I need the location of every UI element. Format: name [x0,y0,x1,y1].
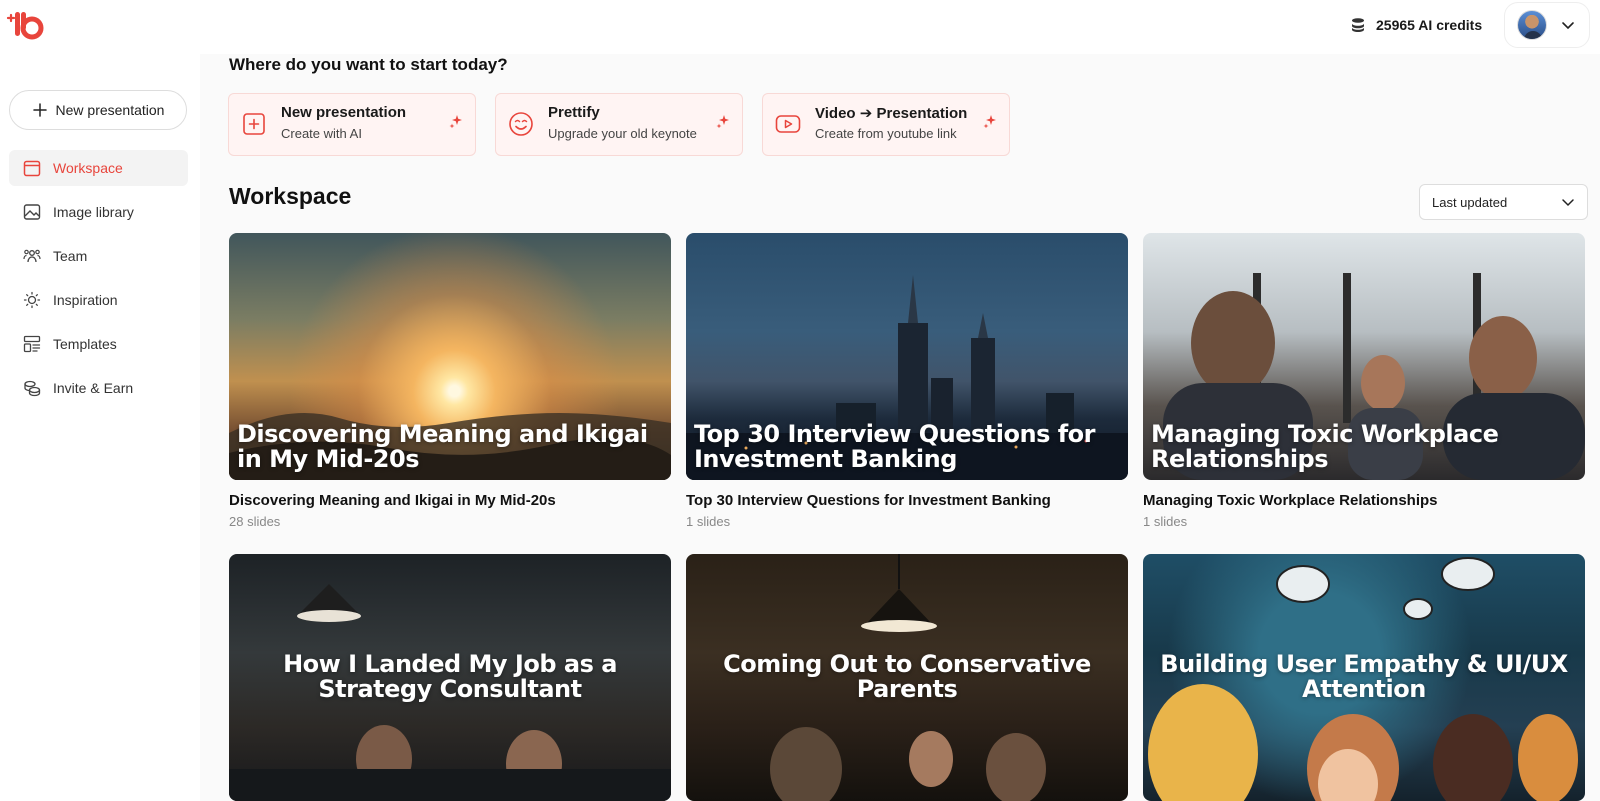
card-thumbnail-title: Building User Empathy & UI/UX Attention [1160,650,1568,703]
card-thumbnail[interactable]: Coming Out to Conservative Parents [686,554,1128,801]
quick-action-subtitle: Upgrade your old keynote [548,126,697,141]
card-thumbnail-title: Top 30 Interview Questions for Investmen… [694,420,1095,473]
database-icon [1352,18,1364,32]
card-slide-count: 28 slides [229,514,281,529]
sidebar-item-templates[interactable]: Templates [9,326,188,362]
card-thumbnail-title: How I Landed My Job as a Strategy Consul… [283,650,617,703]
sidebar-item-team[interactable]: Team [9,238,188,274]
sort-dropdown[interactable]: Last updated [1419,184,1588,220]
card-thumbnail-title: Managing Toxic Workplace Relationships [1151,420,1499,473]
new-presentation-label: New presentation [55,102,165,118]
presentation-card[interactable]: How I Landed My Job as a Strategy Consul… [229,554,671,801]
plus-icon [32,103,47,117]
sidebar-item-label: Team [53,248,88,264]
coins-icon [24,380,41,397]
card-title[interactable]: Discovering Meaning and Ikigai in My Mid… [229,492,671,509]
section-title: Workspace [229,183,352,209]
presentation-card[interactable]: Top 30 Interview Questions for Investmen… [686,233,1128,529]
card-title[interactable]: Managing Toxic Workplace Relationships [1143,492,1585,509]
presentation-card[interactable]: Coming Out to Conservative Parents [686,554,1128,801]
card-thumbnail[interactable]: Building User Empathy & UI/UX Attention [1143,554,1585,801]
chevron-down-icon [1562,199,1574,207]
sidebar-item-label: Invite & Earn [53,380,134,396]
top-bar: 25965 AI credits [0,0,1600,54]
sidebar-nav: Workspace Image library Team Inspiration… [9,150,188,414]
sparkle-icon [716,115,729,128]
main-content: Where do you want to start today? New pr… [200,54,1600,801]
quick-action-subtitle: Create with AI [281,126,362,141]
sidebar-item-label: Workspace [53,160,123,176]
sidebar-item-workspace[interactable]: Workspace [9,150,188,186]
greeting-heading: Where do you want to start today? [229,55,508,74]
card-thumbnail[interactable]: Top 30 Interview Questions for Investmen… [686,233,1128,480]
card-thumbnail[interactable]: How I Landed My Job as a Strategy Consul… [229,554,671,801]
sidebar: New presentation Workspace Image library [0,54,200,801]
quick-action-title: Prettify [548,104,600,121]
credits-label: 25965 AI credits [1376,17,1483,33]
card-slide-count: 1 slides [1143,514,1188,529]
card-thumbnail[interactable]: Discovering Meaning and Ikigai in My Mid… [229,233,671,480]
card-thumbnail-title: Discovering Meaning and Ikigai in My Mid… [237,420,648,473]
templates-icon [23,335,41,353]
sidebar-item-label: Image library [53,204,134,220]
chevron-down-icon [1562,22,1574,30]
card-thumbnail[interactable]: Managing Toxic Workplace Relationships [1143,233,1585,480]
quick-action-subtitle: Create from youtube link [815,126,957,141]
sun-icon [23,291,41,309]
presentation-card[interactable]: Building User Empathy & UI/UX Attention [1143,554,1585,801]
quick-action-title: New presentation [281,104,407,121]
sidebar-item-image-library[interactable]: Image library [9,194,188,230]
quick-action-video-to-presentation[interactable]: Video ➔ Presentation Create from youtube… [762,93,1010,156]
presentation-card[interactable]: Discovering Meaning and Ikigai in My Mid… [229,233,671,529]
user-menu[interactable] [1504,2,1590,48]
new-presentation-button[interactable]: New presentation [9,90,187,130]
smile-icon [509,112,533,136]
quick-action-prettify[interactable]: Prettify Upgrade your old keynote [495,93,743,156]
sidebar-item-invite-earn[interactable]: Invite & Earn [9,370,188,406]
calendar-icon [23,160,41,177]
sidebar-item-label: Templates [53,336,117,352]
app-logo-icon[interactable] [6,8,46,40]
plus-square-icon [243,113,265,135]
team-icon [23,249,41,263]
card-title[interactable]: Top 30 Interview Questions for Investmen… [686,492,1128,509]
sparkle-icon [449,115,462,128]
ai-credits[interactable]: 25965 AI credits [1350,14,1482,36]
avatar [1517,10,1547,40]
image-icon [23,204,41,220]
quick-action-title: Video ➔ Presentation [815,105,968,122]
youtube-icon [775,115,801,133]
quick-action-new-presentation[interactable]: New presentation Create with AI [228,93,476,156]
sidebar-item-inspiration[interactable]: Inspiration [9,282,188,318]
sparkle-icon [983,115,996,128]
sort-selected-value: Last updated [1432,194,1508,210]
card-slide-count: 1 slides [686,514,731,529]
presentation-card[interactable]: Managing Toxic Workplace Relationships M… [1143,233,1585,529]
sidebar-item-label: Inspiration [53,292,118,308]
card-thumbnail-title: Coming Out to Conservative Parents [723,650,1091,703]
